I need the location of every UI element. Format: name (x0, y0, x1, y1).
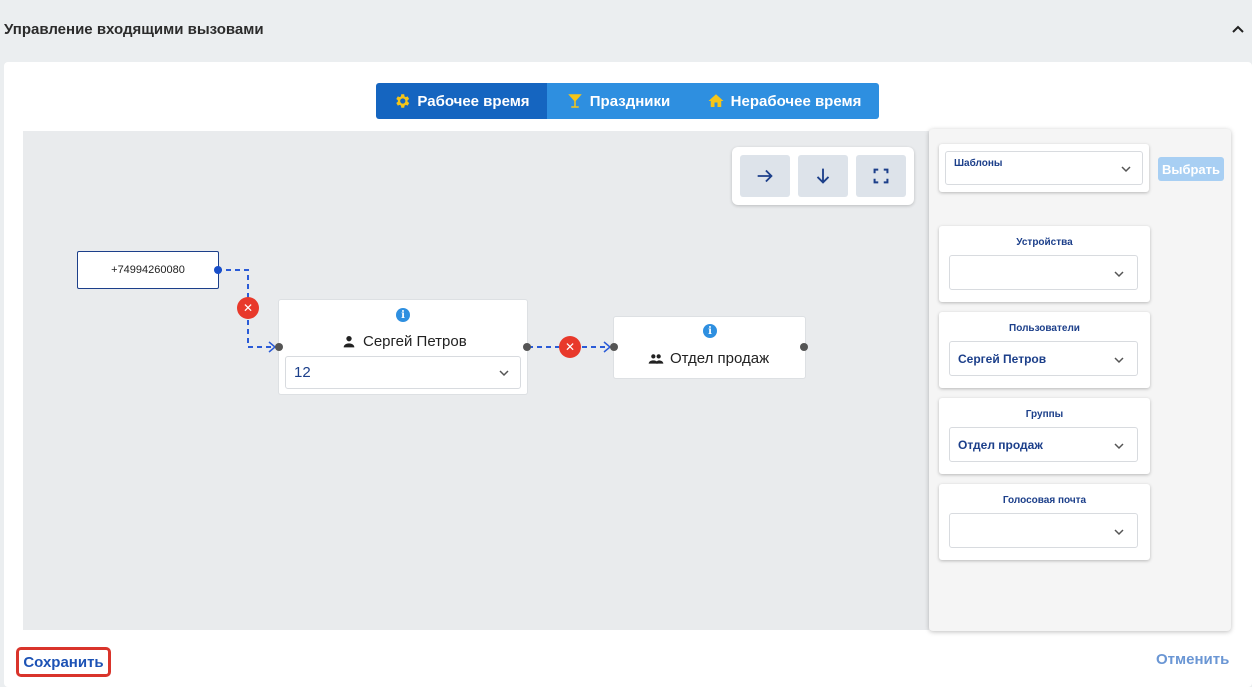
groups-section: Группы Отдел продаж (939, 398, 1150, 474)
output-handle[interactable] (800, 343, 808, 351)
voicemail-select[interactable] (949, 513, 1138, 548)
templates-select[interactable]: Шаблоны (945, 151, 1143, 185)
section-title: Устройства (1016, 237, 1073, 248)
group-icon (648, 353, 664, 364)
devices-select[interactable] (949, 255, 1138, 290)
user-name: Сергей Петров (363, 333, 467, 350)
section-title: Голосовая почта (1002, 495, 1087, 506)
tab-non-working-time[interactable]: Нерабочее время (689, 83, 879, 119)
close-icon: ✕ (564, 340, 576, 354)
section-title: Группы (1025, 409, 1064, 420)
chevron-down-icon (499, 370, 509, 377)
groups-select[interactable]: Отдел продаж (949, 427, 1138, 462)
call-routing-card: Рабочее время Праздники Нерабочее время (4, 62, 1252, 687)
user-node[interactable]: i Сергей Петров 12 (279, 300, 527, 394)
chevron-down-icon (1114, 271, 1124, 278)
group-node-label: Отдел продаж (648, 350, 769, 367)
layout-horizontal-button[interactable] (740, 155, 790, 197)
flow-canvas[interactable]: +74994260080 ✕ i Сергей Петров 12 ✕ i От… (23, 131, 929, 630)
chevron-down-icon (1114, 357, 1124, 364)
layout-vertical-button[interactable] (798, 155, 848, 197)
info-icon[interactable]: i (396, 308, 410, 322)
remove-connection-button[interactable]: ✕ (559, 336, 581, 358)
tab-working-time[interactable]: Рабочее время (376, 83, 547, 119)
tab-holidays[interactable]: Праздники (547, 83, 689, 119)
output-handle[interactable] (214, 266, 222, 274)
input-handle[interactable] (610, 343, 618, 351)
users-section: Пользователи Сергей Петров (939, 312, 1150, 388)
save-button[interactable]: Сохранить (16, 647, 111, 677)
phone-number-node[interactable]: +74994260080 (77, 251, 219, 289)
templates-label: Шаблоны (954, 158, 1003, 169)
users-select[interactable]: Сергей Петров (949, 341, 1138, 376)
input-handle[interactable] (275, 343, 283, 351)
section-header: Управление входящими вызовами (0, 0, 1252, 62)
view-controls (732, 147, 914, 205)
group-node[interactable]: i Отдел продаж (614, 317, 805, 378)
chevron-down-icon (1114, 443, 1124, 450)
chevron-down-icon (1121, 166, 1131, 173)
templates-box: Шаблоны (939, 144, 1149, 192)
devices-section: Устройства (939, 226, 1150, 302)
person-icon (343, 335, 355, 347)
cancel-button[interactable]: Отменить (1156, 651, 1229, 668)
remove-connection-button[interactable]: ✕ (237, 297, 259, 319)
info-icon[interactable]: i (703, 324, 717, 338)
cocktail-icon (568, 94, 582, 108)
arrow-right-icon (757, 169, 773, 183)
page-title: Управление входящими вызовами (4, 21, 264, 38)
tab-label: Нерабочее время (730, 92, 862, 110)
fit-view-button[interactable] (856, 155, 906, 197)
fullscreen-icon (873, 168, 889, 184)
home-icon (708, 94, 724, 107)
group-name: Отдел продаж (670, 350, 770, 367)
components-panel: Шаблоны Выбрать Устройства Пользователи … (929, 129, 1231, 631)
choose-template-button[interactable]: Выбрать (1158, 157, 1224, 181)
schedule-tabs: Рабочее время Праздники Нерабочее время (376, 83, 879, 119)
extension-value: 12 (294, 364, 311, 381)
chevron-up-icon[interactable] (1230, 22, 1246, 38)
section-title: Пользователи (1009, 323, 1080, 334)
output-handle[interactable] (523, 343, 531, 351)
phone-number: +74994260080 (111, 264, 185, 276)
voicemail-section: Голосовая почта (939, 484, 1150, 560)
user-node-label: Сергей Петров (341, 333, 467, 350)
extension-select[interactable]: 12 (285, 356, 521, 389)
tab-label: Праздники (589, 92, 671, 110)
chevron-down-icon (1114, 529, 1124, 536)
arrow-down-icon (816, 168, 830, 184)
select-value: Отдел продаж (958, 437, 1043, 452)
close-icon: ✕ (242, 301, 254, 315)
gear-icon (396, 94, 410, 108)
tab-label: Рабочее время (417, 92, 530, 110)
select-value: Сергей Петров (958, 351, 1047, 366)
